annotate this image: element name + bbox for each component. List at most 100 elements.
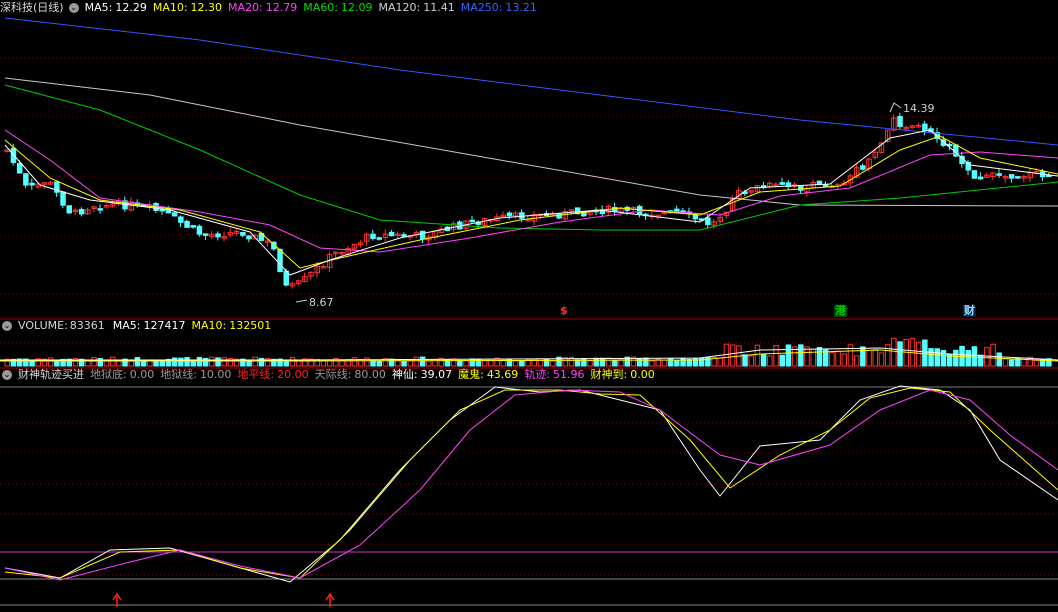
indicator-legend: ⌄ 财神轨迹买进 地狱底: 0.00 地狱线: 10.00 地平线: 20.00 天际线: 80.… xyxy=(0,367,667,383)
volume-bar xyxy=(804,346,810,367)
volume-bar xyxy=(47,357,54,367)
event-tag-hk[interactable]: 港 xyxy=(834,305,847,317)
volume-bar xyxy=(878,352,885,367)
volume-bar xyxy=(674,360,680,367)
candle-body xyxy=(184,220,190,228)
ma10-line xyxy=(4,135,1058,269)
candle-body xyxy=(798,185,804,191)
volume-bar xyxy=(984,347,990,367)
volume-value: 83361 xyxy=(69,319,105,332)
legend-item: 地狱底: 0.00 xyxy=(90,368,154,381)
legend-item-label: 地狱底: xyxy=(90,368,127,381)
volume-bar xyxy=(612,359,618,367)
volume-bar xyxy=(1002,358,1009,367)
volume-bar xyxy=(934,348,940,367)
legend-item-value: 127417 xyxy=(143,319,186,332)
candle-body xyxy=(66,205,72,214)
low-price-label: 8.67 xyxy=(309,296,334,309)
legend-item-label: MA5: xyxy=(112,319,141,332)
candle-body xyxy=(29,182,35,186)
candle-body xyxy=(469,219,475,223)
volume-legend: ⌄ VOLUME: 83361 MA5: 127417 MA10: 132501 xyxy=(0,318,283,334)
candle-body xyxy=(816,180,823,185)
volume-label: VOLUME: xyxy=(18,319,68,332)
legend-item-value: 80.00 xyxy=(354,368,386,381)
candle-body xyxy=(202,233,209,236)
candle-body xyxy=(370,233,376,239)
volume-bar xyxy=(996,352,1002,367)
legend-item-label: 财神到: xyxy=(590,368,628,381)
volume-bar xyxy=(785,344,792,367)
volume-bar xyxy=(965,349,971,367)
candle-body xyxy=(506,212,513,217)
volume-bar xyxy=(928,348,934,367)
volume-bar xyxy=(128,360,134,367)
legend-item: 地平线: 20.00 xyxy=(237,368,308,381)
volume-bar xyxy=(866,349,872,367)
legend-item: MA10: 132501 xyxy=(192,319,272,332)
ma20-line xyxy=(4,129,1058,253)
legend-item-value: 132501 xyxy=(229,319,272,332)
candle-body xyxy=(860,165,866,170)
legend-item-label: 轨迹: xyxy=(524,368,551,381)
candle-body xyxy=(215,233,221,238)
low-marker xyxy=(295,299,308,303)
candle-body xyxy=(196,225,203,235)
indicator-title: 财神轨迹买进 xyxy=(18,368,84,381)
candle-body xyxy=(78,208,85,215)
legend-item-label: 地狱线: xyxy=(160,368,197,381)
legend-item: 地狱线: 10.00 xyxy=(160,368,231,381)
candle-body xyxy=(388,231,395,237)
candle-body xyxy=(822,184,829,188)
candle-body xyxy=(246,235,252,240)
volume-bar xyxy=(289,356,296,367)
candle-body xyxy=(922,123,928,132)
volume-bar xyxy=(215,357,221,367)
volume-bar xyxy=(295,360,302,367)
candle-body xyxy=(419,230,426,240)
legend-item: 魔鬼: 43.69 xyxy=(458,368,518,381)
volume-bar xyxy=(221,357,227,367)
volume-bar xyxy=(351,357,358,367)
volume-bar xyxy=(209,356,215,367)
volume-bar xyxy=(171,357,178,367)
candle-body xyxy=(171,212,178,217)
candle-body xyxy=(190,225,196,228)
volume-bar xyxy=(457,359,463,367)
mogui-line xyxy=(4,387,1058,579)
candle-body xyxy=(897,116,903,127)
event-tag-dollar[interactable]: $ xyxy=(559,305,569,317)
volume-bar xyxy=(388,358,395,367)
candle-body xyxy=(1008,174,1015,179)
volume-bar xyxy=(661,359,668,367)
volume-bar xyxy=(748,355,754,367)
high-marker xyxy=(889,102,902,113)
volume-bar xyxy=(860,346,866,367)
volume-bar xyxy=(729,344,736,367)
volume-bar xyxy=(773,345,779,367)
volume-bar xyxy=(469,358,475,367)
volume-bar xyxy=(512,360,519,367)
legend-item: 神仙: 39.07 xyxy=(392,368,452,381)
volume-bar xyxy=(190,360,196,367)
volume-bar xyxy=(779,354,785,367)
stock-chart[interactable] xyxy=(0,0,1058,612)
legend-item-value: 10.00 xyxy=(199,368,232,381)
volume-bar xyxy=(519,360,525,367)
candle-body xyxy=(779,182,785,185)
volume-bar xyxy=(184,356,190,367)
chevron-down-icon[interactable]: ⌄ xyxy=(2,370,12,380)
volume-bar xyxy=(605,357,612,367)
volume-bar xyxy=(91,357,97,367)
legend-item: 天际线: 80.00 xyxy=(315,368,386,381)
chevron-down-icon[interactable]: ⌄ xyxy=(2,321,12,331)
candle-body xyxy=(977,176,984,180)
volume-bar xyxy=(593,357,599,367)
volume-bar xyxy=(314,358,320,367)
volume-bar xyxy=(450,358,457,367)
candle-body xyxy=(1015,176,1021,179)
legend-item-label: 神仙: xyxy=(391,368,418,381)
event-tag-finance[interactable]: 财 xyxy=(963,305,976,317)
volume-bar xyxy=(643,357,649,367)
volume-bar xyxy=(196,356,203,367)
